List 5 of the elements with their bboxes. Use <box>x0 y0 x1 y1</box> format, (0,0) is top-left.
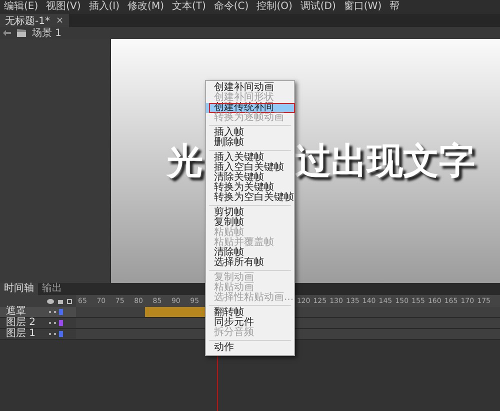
layer-name: 图层 2 <box>6 318 37 328</box>
stage-text: 光 <box>167 138 203 184</box>
layer-name: 遮罩 <box>6 307 27 317</box>
tab-title: 无标题-1* <box>5 14 50 28</box>
layer-name: 图层 1 <box>6 329 37 339</box>
